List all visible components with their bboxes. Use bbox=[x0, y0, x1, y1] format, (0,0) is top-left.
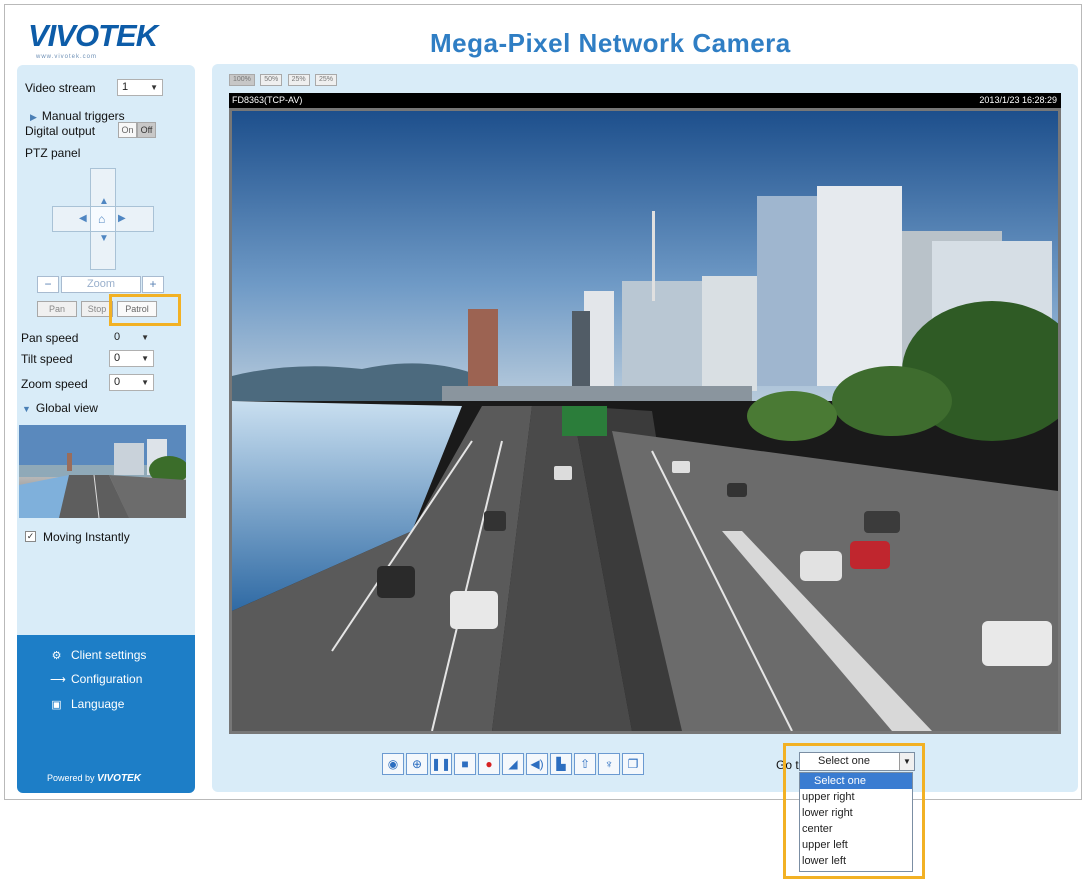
view-tab-2[interactable]: 50% bbox=[260, 74, 283, 86]
mute-icon: ◢ bbox=[508, 757, 518, 771]
pan-speed-value: 0 bbox=[114, 331, 121, 343]
chevron-down-icon: ▼ bbox=[141, 354, 149, 363]
global-view-thumbnail[interactable] bbox=[19, 425, 186, 518]
microphone-icon: ♆ bbox=[604, 757, 614, 771]
chevron-down-icon: ▼ bbox=[141, 333, 149, 342]
stop-icon: ■ bbox=[461, 757, 469, 771]
logo-text: VIVOTEK bbox=[28, 18, 158, 53]
fullscreen-button[interactable]: ❐ bbox=[622, 753, 644, 775]
view-size-tabs: 100% 50% 25% 25% bbox=[229, 70, 339, 86]
configuration-label: Configuration bbox=[71, 672, 143, 686]
digital-output-on-button[interactable]: On bbox=[118, 122, 137, 138]
ptz-direction-pad: ▲ ▼ ◀ ▶ ⌂ bbox=[52, 168, 154, 270]
zoom-out-button[interactable]: − bbox=[37, 276, 59, 293]
caret-down-icon: ▼ bbox=[22, 404, 31, 414]
wrench-icon: ⟶ bbox=[50, 674, 66, 686]
record-button[interactable]: ● bbox=[478, 753, 500, 775]
chevron-down-icon: ▼ bbox=[150, 83, 158, 92]
stop-stream-button[interactable]: ■ bbox=[454, 753, 476, 775]
volume-button[interactable]: ◢ bbox=[502, 753, 524, 775]
arrow-left-icon: ◀ bbox=[79, 213, 87, 224]
view-tab-4[interactable]: 25% bbox=[314, 74, 337, 86]
home-icon: ⌂ bbox=[98, 212, 106, 226]
arrow-right-icon: ▶ bbox=[118, 213, 126, 224]
logo-sub: www.vivotek.com bbox=[36, 54, 98, 60]
zoom-speed-label: Zoom speed bbox=[21, 377, 88, 391]
video-caption-bar: FD8363(TCP-AV) 2013/1/23 16:28:29 bbox=[229, 93, 1061, 108]
video-stream-value: 1 bbox=[122, 81, 129, 93]
snapshot-button[interactable]: ◉ bbox=[382, 753, 404, 775]
video-frame-image bbox=[232, 111, 1058, 731]
arrow-down-icon: ▼ bbox=[99, 233, 109, 244]
arrow-up-icon: ▲ bbox=[99, 196, 109, 207]
speaker-icon: ◀) bbox=[530, 757, 544, 771]
moving-instantly-label: Moving Instantly bbox=[43, 530, 130, 544]
pause-button[interactable]: ❚❚ bbox=[430, 753, 452, 775]
caret-right-icon: ▶ bbox=[30, 112, 37, 122]
powered-by: Powered by VIVOTEK bbox=[47, 773, 141, 784]
zoom-icon: ⊕ bbox=[411, 757, 423, 771]
settings-icon: ⚙ bbox=[51, 650, 62, 662]
zoom-in-button[interactable]: + bbox=[142, 276, 164, 293]
goto-highlight bbox=[783, 743, 925, 879]
chevron-down-icon: ▼ bbox=[141, 378, 149, 387]
moving-instantly-checkbox[interactable]: ✓ bbox=[25, 531, 36, 542]
digital-output-label: Digital output bbox=[25, 124, 96, 138]
camera-icon: ◉ bbox=[387, 757, 399, 771]
speaker-button[interactable]: ◀) bbox=[526, 753, 548, 775]
digital-zoom-button[interactable]: ⊕ bbox=[406, 753, 428, 775]
talk-button[interactable]: ♆ bbox=[598, 753, 620, 775]
camera-name: FD8363(TCP-AV) bbox=[232, 95, 303, 105]
page-title: Mega-Pixel Network Camera bbox=[430, 28, 791, 58]
tilt-speed-select[interactable]: 0 ▼ bbox=[109, 350, 154, 367]
ptz-panel-label: PTZ panel bbox=[25, 146, 81, 160]
manual-triggers-label: Manual triggers bbox=[41, 109, 125, 123]
powered-by-brand: VIVOTEK bbox=[97, 773, 141, 784]
configuration-link[interactable]: ⟶ Configuration bbox=[50, 672, 142, 686]
tilt-speed-value: 0 bbox=[114, 352, 121, 364]
global-view-image bbox=[19, 425, 186, 518]
client-settings-link[interactable]: ⚙ Client settings bbox=[50, 648, 147, 662]
live-video-view[interactable] bbox=[229, 108, 1061, 734]
manual-triggers-toggle[interactable]: ▶ Manual triggers bbox=[30, 109, 125, 123]
language-icon: ▣ bbox=[51, 699, 62, 711]
language-link[interactable]: ▣ Language bbox=[50, 697, 124, 711]
timestamp: 2013/1/23 16:28:29 bbox=[979, 95, 1057, 105]
pan-button[interactable]: Pan bbox=[37, 301, 77, 317]
global-view-toggle[interactable]: ▼ Global view bbox=[22, 401, 98, 415]
video-stream-label: Video stream bbox=[25, 81, 96, 95]
zoom-speed-value: 0 bbox=[114, 376, 121, 388]
upload-icon: ⇧ bbox=[579, 757, 591, 771]
zoom-speed-select[interactable]: 0 ▼ bbox=[109, 374, 154, 391]
zoom-label: Zoom bbox=[61, 276, 141, 293]
tilt-speed-label: Tilt speed bbox=[21, 352, 73, 366]
vivotek-logo: VIVOTEK www.vivotek.com bbox=[18, 14, 188, 64]
client-settings-label: Client settings bbox=[71, 648, 147, 662]
save-button[interactable]: ▙ bbox=[550, 753, 572, 775]
patrol-highlight bbox=[109, 294, 181, 326]
window-icon: ❐ bbox=[627, 757, 639, 771]
global-view-label: Global view bbox=[35, 401, 98, 415]
pan-speed-label: Pan speed bbox=[21, 331, 79, 345]
language-label: Language bbox=[71, 697, 125, 711]
pause-icon: ❚❚ bbox=[431, 757, 452, 771]
zoom-control: − Zoom + bbox=[37, 276, 164, 293]
video-stream-select[interactable]: 1 ▼ bbox=[117, 79, 163, 96]
pan-speed-select[interactable]: 0 ▼ bbox=[109, 329, 154, 346]
save-icon: ▙ bbox=[556, 757, 566, 771]
powered-by-label: Powered by bbox=[47, 773, 95, 783]
record-icon: ● bbox=[485, 757, 493, 771]
digital-output-off-button[interactable]: Off bbox=[137, 122, 156, 138]
view-tab-3[interactable]: 25% bbox=[287, 74, 310, 86]
upload-button[interactable]: ⇧ bbox=[574, 753, 596, 775]
view-tab-1[interactable]: 100% bbox=[229, 74, 255, 86]
